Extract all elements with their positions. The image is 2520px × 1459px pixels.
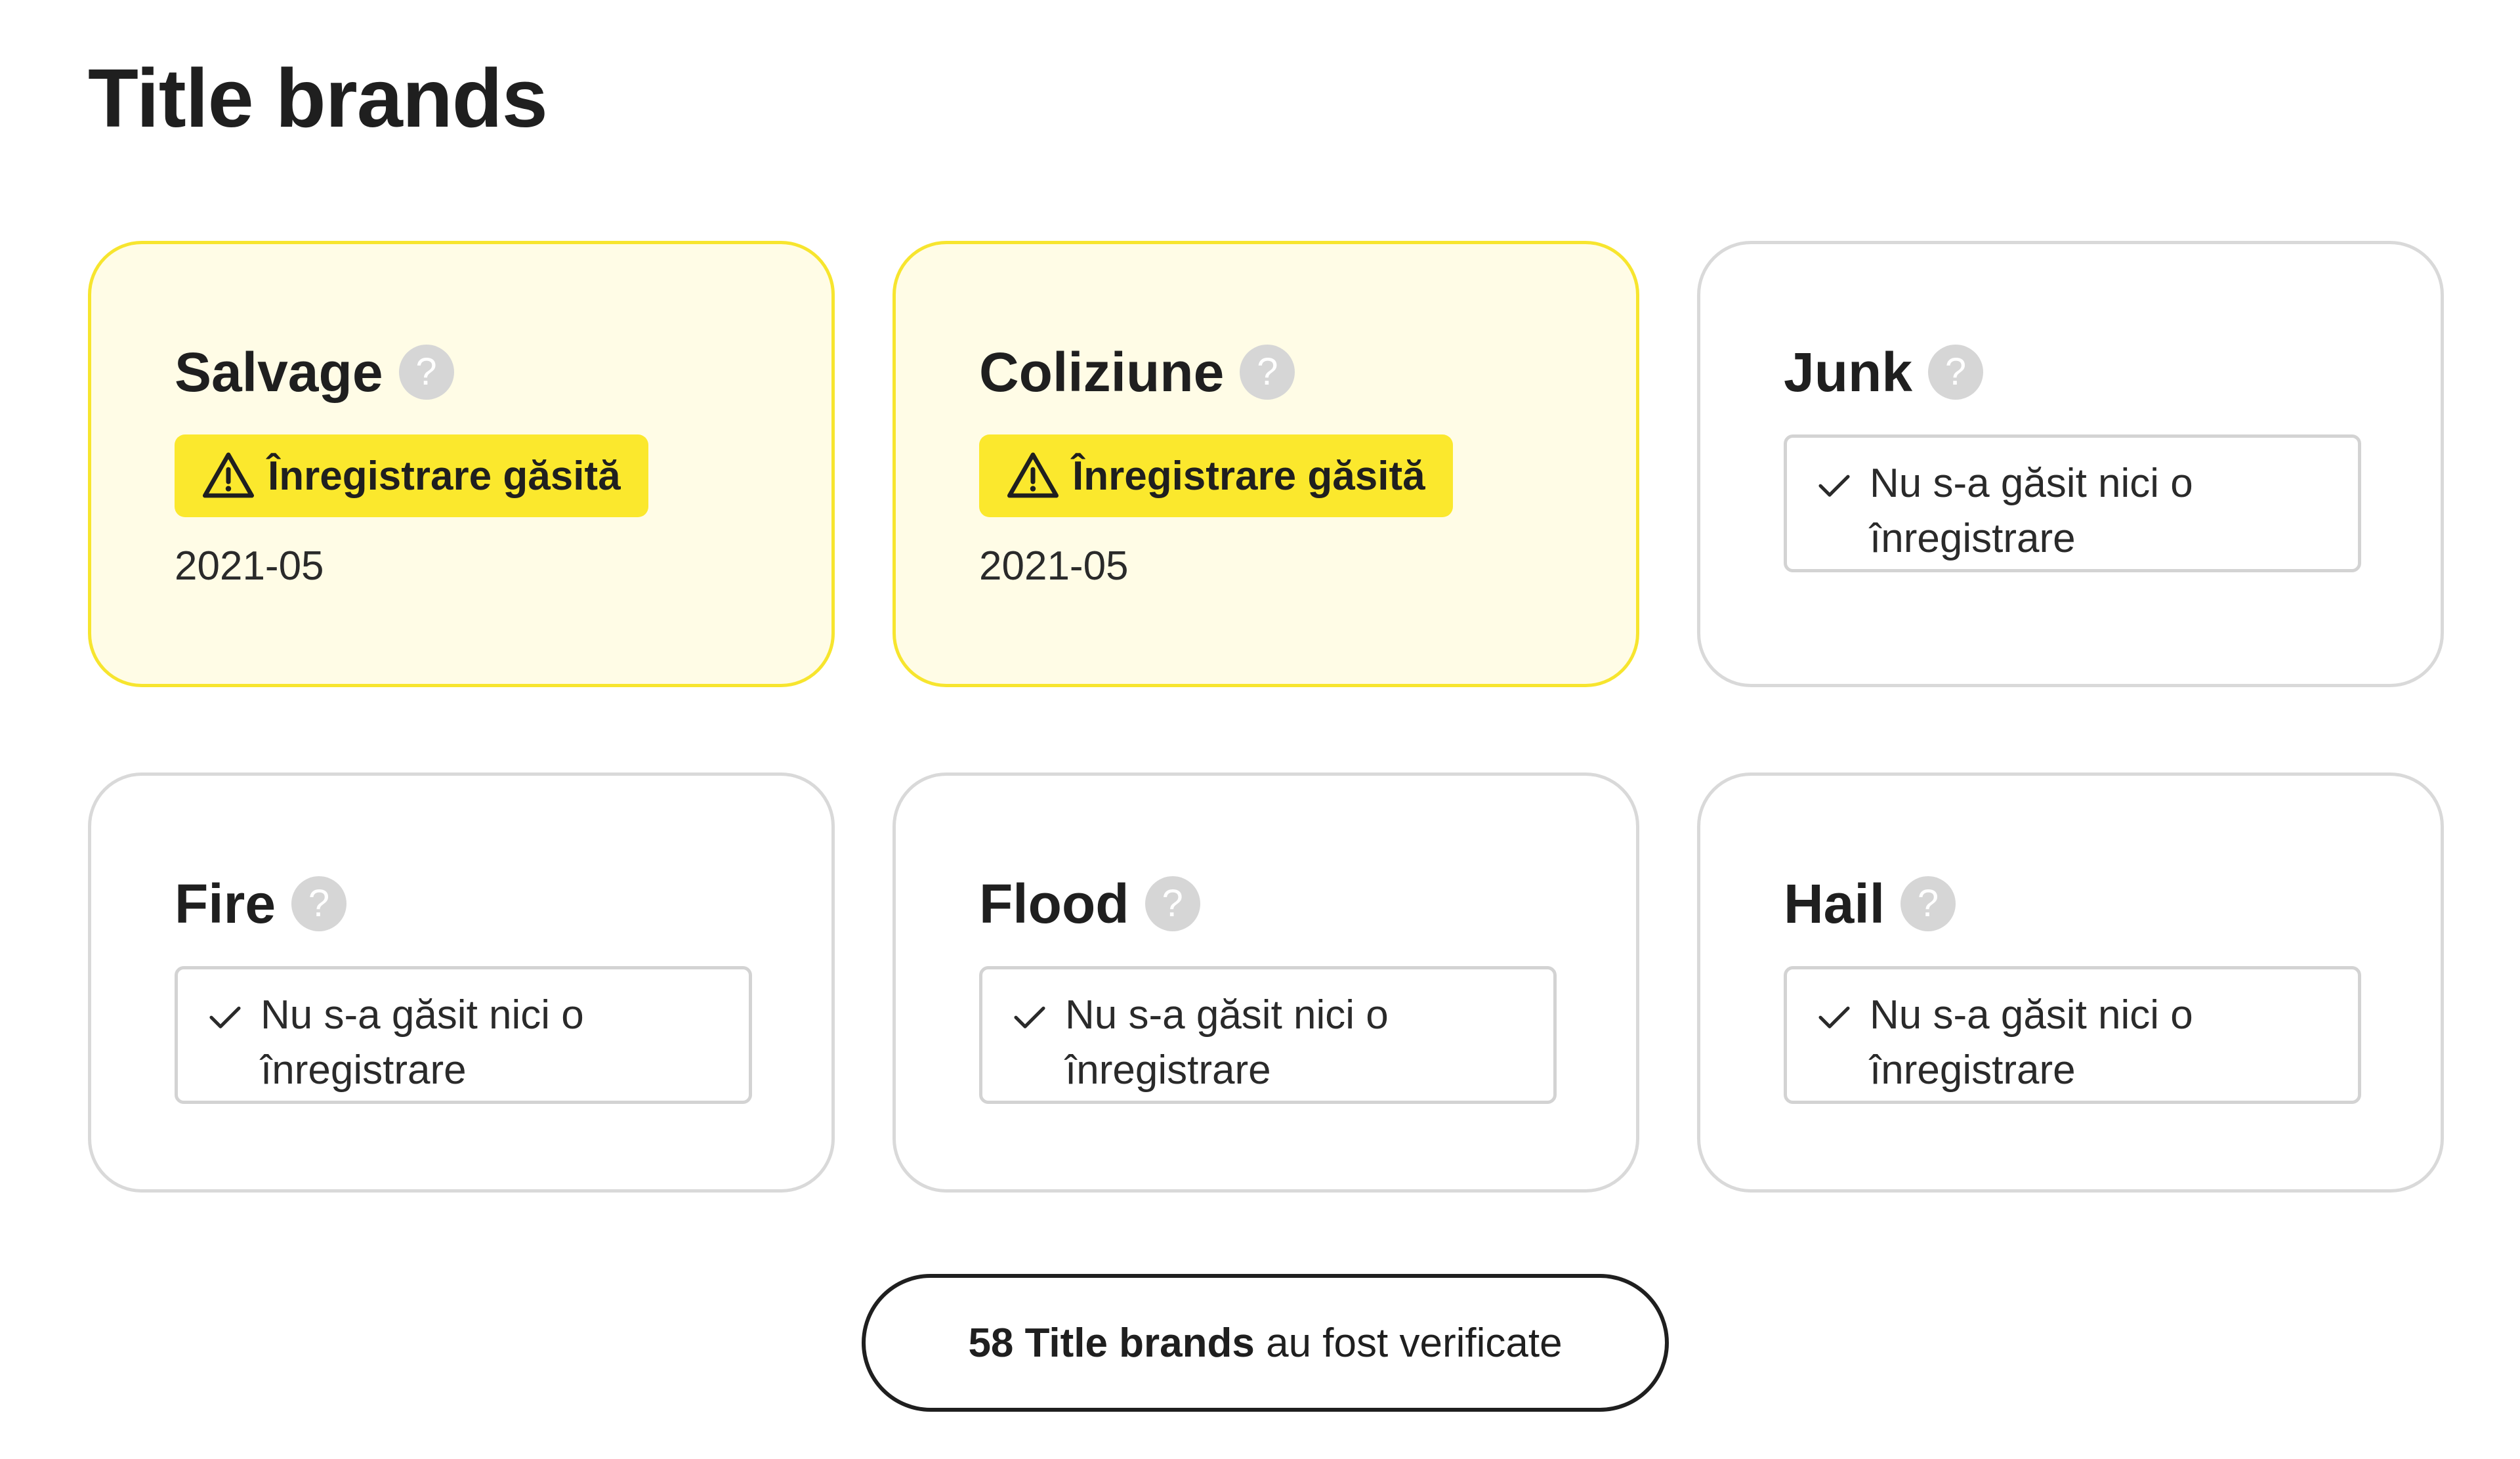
title-brand-cards: Salvage ? Înregistrare găsită 2021-05 Co… <box>88 241 2444 1193</box>
no-record-box: Nu s-a găsit nici o înregistrare <box>1784 966 2361 1104</box>
record-found-badge: Înregistrare găsită <box>979 434 1453 517</box>
card-title: Salvage <box>175 341 383 403</box>
card-title: Fire <box>175 873 276 935</box>
badge-label: Înregistrare găsită <box>1072 453 1425 499</box>
card-title: Flood <box>979 873 1129 935</box>
no-record-label: Nu s-a găsit nici o înregistrare <box>1870 461 2193 561</box>
no-record-label: Nu s-a găsit nici o înregistrare <box>1870 992 2193 1093</box>
card-title: Coliziune <box>979 341 1225 403</box>
card-header: Coliziune ? <box>979 336 1553 408</box>
badge-label: Înregistrare găsită <box>268 453 621 499</box>
question-icon[interactable]: ? <box>1900 876 1956 931</box>
page-title: Title brands <box>88 52 548 144</box>
check-icon <box>1818 475 1850 497</box>
warning-icon <box>1007 452 1059 498</box>
no-record-box: Nu s-a găsit nici o înregistrare <box>175 966 752 1104</box>
check-icon <box>1014 1006 1045 1028</box>
check-icon <box>209 1006 241 1028</box>
record-found-badge: Înregistrare găsită <box>175 434 648 517</box>
card-header: Fire ? <box>175 868 748 940</box>
no-record-box: Nu s-a găsit nici o înregistrare <box>979 966 1557 1104</box>
warning-icon <box>202 452 255 498</box>
brand-card-junk: Junk ? Nu s-a găsit nici o înregistrare <box>1697 241 2444 687</box>
no-record-box: Nu s-a găsit nici o înregistrare <box>1784 434 2361 572</box>
question-icon[interactable]: ? <box>291 876 347 931</box>
no-record-label: Nu s-a găsit nici o înregistrare <box>1065 992 1389 1093</box>
brand-card-flood: Flood ? Nu s-a găsit nici o înregistrare <box>892 772 1639 1193</box>
card-header: Salvage ? <box>175 336 748 408</box>
checked-count-label: 58 Title brands <box>968 1320 1255 1366</box>
checked-suffix-label: au fost verificate <box>1254 1320 1563 1366</box>
brand-card-hail: Hail ? Nu s-a găsit nici o înregistrare <box>1697 772 2444 1193</box>
record-date: 2021-05 <box>979 543 1129 589</box>
question-icon[interactable]: ? <box>1144 876 1200 931</box>
brand-card-coliziune: Coliziune ? Înregistrare găsită 2021-05 <box>892 241 1639 687</box>
checked-brands-button[interactable]: 58 Title brands au fost verificate <box>862 1274 1669 1412</box>
check-icon <box>1818 1006 1850 1028</box>
brand-card-salvage: Salvage ? Înregistrare găsită 2021-05 <box>88 241 835 687</box>
card-header: Hail ? <box>1784 868 2357 940</box>
question-icon[interactable]: ? <box>398 345 454 400</box>
question-icon[interactable]: ? <box>1240 345 1295 400</box>
card-header: Junk ? <box>1784 336 2357 408</box>
card-title: Junk <box>1784 341 1913 403</box>
record-date: 2021-05 <box>175 543 324 589</box>
no-record-label: Nu s-a găsit nici o înregistrare <box>261 992 584 1093</box>
card-title: Hail <box>1784 873 1885 935</box>
card-header: Flood ? <box>979 868 1553 940</box>
question-icon[interactable]: ? <box>1928 345 1984 400</box>
brand-card-fire: Fire ? Nu s-a găsit nici o înregistrare <box>88 772 835 1193</box>
